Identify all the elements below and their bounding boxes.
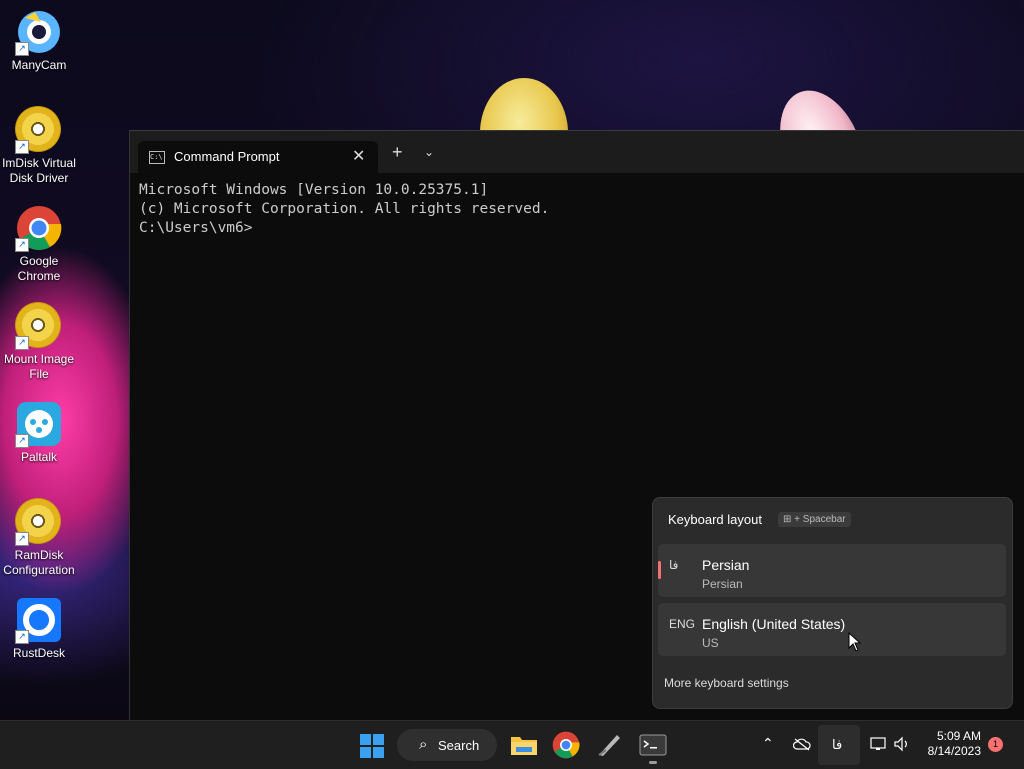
paltalk-icon: ↗ bbox=[15, 400, 63, 448]
active-app-indicator bbox=[649, 761, 657, 764]
shortcut-arrow-icon: ↗ bbox=[15, 238, 29, 252]
input-indicator-button[interactable]: فا bbox=[818, 725, 860, 765]
desktop-icon-mount-image[interactable]: ↗ Mount Image File bbox=[0, 298, 78, 382]
network-icon[interactable] bbox=[870, 736, 888, 755]
tab-title: Command Prompt bbox=[174, 149, 280, 164]
desktop-icon-label: ManyCam bbox=[11, 58, 67, 72]
console-line: Microsoft Windows [Version 10.0.25375.1] bbox=[139, 182, 489, 198]
clock-date: 8/14/2023 bbox=[927, 744, 981, 758]
desktop-icon-rustdesk[interactable]: ↗ RustDesk bbox=[0, 592, 78, 661]
shortcut-arrow-icon: ↗ bbox=[15, 532, 29, 546]
terminal-tab-bar: C:\ Command Prompt ✕ + ⌄ bbox=[130, 131, 1024, 173]
desktop-icon-label: Google Chrome bbox=[17, 254, 61, 283]
taskbar-search[interactable]: ⌕ Search bbox=[397, 729, 497, 761]
console-line: (c) Microsoft Corporation. All rights re… bbox=[139, 201, 550, 217]
chrome-icon: ↗ bbox=[15, 204, 63, 252]
shortcut-arrow-icon: ↗ bbox=[15, 140, 29, 154]
keyboard-layout-flyout: Keyboard layout ⊞ + Spacebar فا Persian … bbox=[652, 497, 1013, 709]
lang-sub: Persian bbox=[702, 577, 743, 591]
disc-icon: ↗ bbox=[15, 106, 63, 154]
terminal-taskbar-icon[interactable] bbox=[637, 729, 669, 761]
close-icon[interactable]: ✕ bbox=[352, 146, 365, 166]
desktop-icon-paltalk[interactable]: ↗ Paltalk bbox=[0, 396, 78, 465]
lang-name: Persian bbox=[702, 557, 750, 573]
system-clock[interactable]: 5:09 AM 8/14/2023 bbox=[918, 729, 981, 759]
clock-time: 5:09 AM bbox=[936, 729, 981, 743]
start-button[interactable] bbox=[355, 729, 387, 761]
new-tab-button[interactable]: + bbox=[392, 142, 403, 163]
search-icon: ⌕ bbox=[419, 736, 428, 753]
lang-name: English (United States) bbox=[702, 616, 846, 632]
tab-command-prompt[interactable]: C:\ Command Prompt ✕ bbox=[138, 141, 378, 173]
flyout-title: Keyboard layout bbox=[668, 512, 762, 527]
more-keyboard-settings-link[interactable]: More keyboard settings bbox=[664, 676, 789, 690]
selected-indicator bbox=[658, 561, 661, 579]
desktop-icon-label: Paltalk bbox=[20, 450, 58, 464]
lang-code: ENG bbox=[669, 617, 696, 631]
chevron-down-icon[interactable]: ⌄ bbox=[424, 145, 434, 159]
lang-code: فا bbox=[669, 558, 679, 572]
layout-option-english[interactable]: ENG English (United States) US bbox=[658, 603, 1006, 656]
desktop-icon-label: RustDesk bbox=[12, 646, 65, 660]
shortcut-arrow-icon: ↗ bbox=[15, 42, 29, 56]
cmd-icon: C:\ bbox=[149, 151, 165, 164]
disc-icon: ↗ bbox=[15, 498, 63, 546]
shortcut-arrow-icon: ↗ bbox=[15, 336, 29, 350]
desktop-icon-label: ImDisk Virtual Disk Driver bbox=[2, 156, 76, 185]
rustdesk-icon: ↗ bbox=[15, 596, 63, 644]
desktop-icon-chrome[interactable]: ↗ Google Chrome bbox=[0, 200, 78, 284]
input-indicator-label: فا bbox=[832, 737, 843, 752]
volume-icon[interactable] bbox=[893, 736, 911, 755]
shortcut-hint: ⊞ + Spacebar bbox=[778, 512, 851, 527]
console-prompt: C:\Users\vm6> bbox=[139, 220, 253, 236]
desktop-icon-manycam[interactable]: ↗ ManyCam bbox=[0, 4, 78, 73]
disc-icon: ↗ bbox=[15, 302, 63, 350]
file-explorer-icon[interactable] bbox=[508, 729, 540, 761]
shortcut-arrow-icon: ↗ bbox=[15, 434, 29, 448]
taskbar: ⌕ Search ⌃ فا 5:09 AM 8/14/2023 1 bbox=[0, 720, 1024, 769]
search-label: Search bbox=[438, 738, 480, 753]
desktop-icon-label: Mount Image File bbox=[3, 352, 75, 381]
console-output[interactable]: Microsoft Windows [Version 10.0.25375.1]… bbox=[139, 181, 549, 238]
mouse-cursor-icon bbox=[848, 632, 862, 652]
notification-badge[interactable]: 1 bbox=[988, 737, 1003, 752]
layout-option-persian[interactable]: فا Persian Persian bbox=[658, 544, 1006, 597]
manycam-icon: ↗ bbox=[15, 8, 63, 56]
desktop-icon-imdisk[interactable]: ↗ ImDisk Virtual Disk Driver bbox=[0, 102, 78, 186]
feather-app-icon[interactable] bbox=[593, 729, 625, 761]
desktop-icon-ramdisk[interactable]: ↗ RamDisk Configuration bbox=[0, 494, 78, 578]
shortcut-arrow-icon: ↗ bbox=[15, 630, 29, 644]
lang-sub: US bbox=[702, 636, 719, 650]
onedrive-icon[interactable] bbox=[792, 737, 811, 754]
chrome-taskbar-icon[interactable] bbox=[550, 729, 582, 761]
chevron-up-icon[interactable]: ⌃ bbox=[762, 735, 774, 752]
desktop-icon-label: RamDisk Configuration bbox=[3, 548, 75, 577]
